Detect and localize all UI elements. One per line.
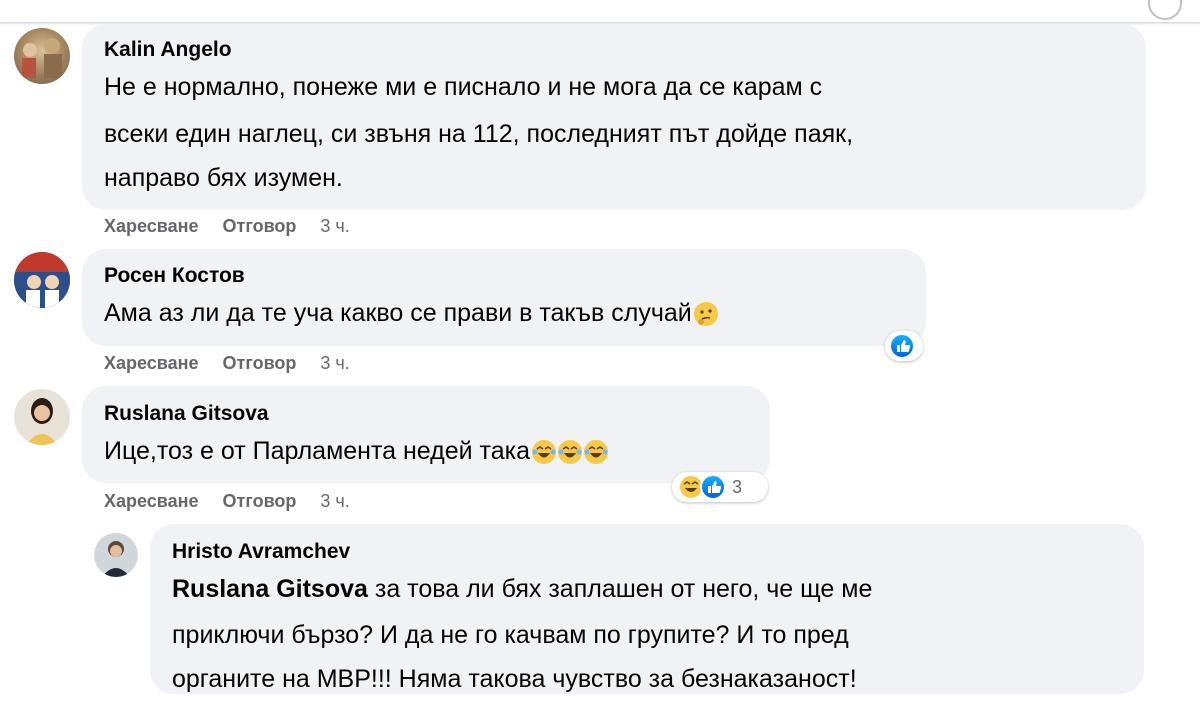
avatar-photo-icon	[14, 252, 70, 308]
comment-actions: Харесване Отговор 3 ч.	[104, 216, 374, 237]
top-bar	[0, 0, 1200, 23]
reactions-summary[interactable]	[885, 331, 923, 361]
mention-link[interactable]: Ruslana Gitsova	[172, 575, 368, 603]
like-reaction-icon	[889, 333, 915, 359]
laughing-face-icon	[532, 440, 557, 465]
avatar-photo-icon	[22, 38, 62, 78]
reply-link[interactable]: Отговор	[223, 353, 297, 373]
reactions-summary[interactable]: 3	[672, 472, 768, 502]
avatar[interactable]	[14, 389, 70, 445]
comment-text-line: приключи бързо? И да не го качвам по гру…	[172, 621, 849, 649]
timestamp[interactable]: 3 ч.	[320, 353, 349, 373]
profile-icon[interactable]	[1148, 0, 1182, 20]
comment-author[interactable]: Hristo Avramchev	[172, 540, 350, 564]
like-link[interactable]: Харесване	[104, 353, 199, 373]
comment-text-line: Не е нормално, понеже ми е писнало и не …	[104, 73, 823, 101]
avatar[interactable]	[94, 533, 138, 577]
comment-text-line: направо бях изумен.	[104, 164, 343, 192]
timestamp[interactable]: 3 ч.	[320, 216, 349, 236]
comment-author[interactable]: Kalin Angelo	[104, 38, 232, 62]
reaction-count: 3	[732, 476, 743, 497]
like-reaction-icon	[700, 474, 726, 500]
comment-text-line: Ruslana Gitsova за това ли бях заплашен …	[172, 566, 872, 612]
avatar[interactable]	[14, 28, 70, 84]
comment-text-line: всеки един наглец, си звъня на 112, посл…	[104, 120, 854, 148]
thinking-face-icon	[693, 302, 718, 327]
comment-text-line: органите на МВР!!! Няма такова чувство з…	[172, 665, 857, 693]
timestamp[interactable]: 3 ч.	[320, 491, 349, 511]
avatar-photo-icon	[102, 541, 130, 577]
comment-actions: Харесване Отговор 3 ч.	[104, 353, 374, 374]
comment-text-line: Ама аз ли да те уча какво се прави в так…	[104, 290, 718, 336]
comment-text-line: Ице,тоз е от Парламента недей така	[104, 428, 609, 474]
laughing-face-icon	[584, 440, 609, 465]
comment-author[interactable]: Росен Костов	[104, 264, 245, 288]
avatar-photo-icon	[26, 398, 58, 445]
laughing-face-icon	[558, 440, 583, 465]
like-link[interactable]: Харесване	[104, 216, 199, 236]
comment-text: Ице,тоз е от Парламента недей така	[104, 437, 531, 465]
avatar[interactable]	[14, 252, 70, 308]
comment-actions: Харесване Отговор 3 ч.	[104, 491, 374, 512]
comment-text: за това ли бях заплашен от него, че ще м…	[367, 575, 873, 603]
comment-author[interactable]: Ruslana Gitsova	[104, 402, 269, 426]
comment-text: Ама аз ли да те уча какво се прави в так…	[104, 299, 692, 327]
reply-link[interactable]: Отговор	[223, 491, 297, 511]
reply-link[interactable]: Отговор	[223, 216, 297, 236]
like-link[interactable]: Харесване	[104, 491, 199, 511]
